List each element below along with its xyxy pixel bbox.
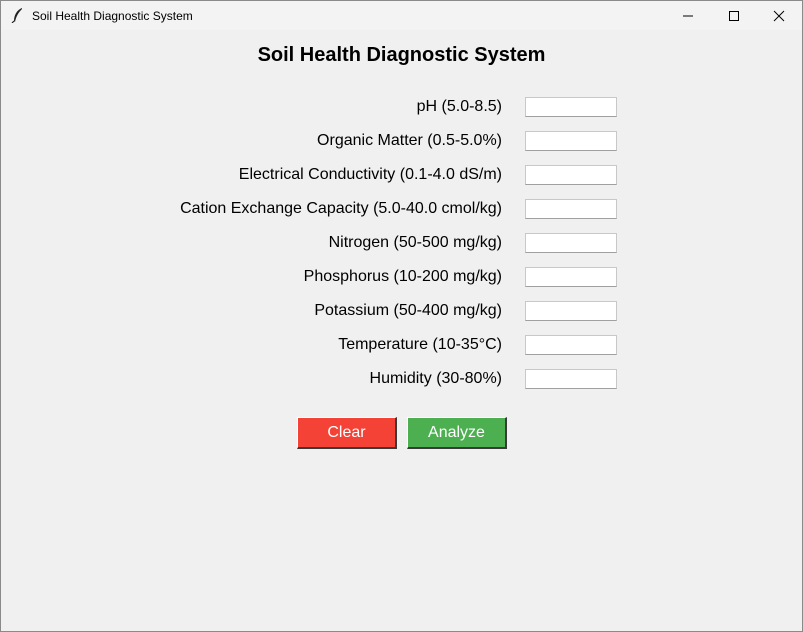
label-cation-exchange-capacity: Cation Exchange Capacity (5.0-40.0 cmol/…	[180, 200, 502, 217]
minimize-button[interactable]	[665, 1, 711, 30]
organic-matter-input[interactable]	[525, 131, 617, 151]
maximize-button[interactable]	[711, 1, 757, 30]
clear-button[interactable]: Clear	[297, 417, 397, 449]
label-phosphorus: Phosphorus (10-200 mg/kg)	[303, 268, 502, 285]
window-title: Soil Health Diagnostic System	[32, 9, 193, 23]
page-title: Soil Health Diagnostic System	[257, 44, 546, 66]
nitrogen-input[interactable]	[525, 233, 617, 253]
maximize-icon	[729, 10, 739, 21]
app-window: Soil Health Diagnostic System Soil Healt…	[0, 0, 803, 632]
humidity-input[interactable]	[525, 369, 617, 389]
label-ph: pH (5.0-8.5)	[416, 98, 502, 115]
minimize-icon	[683, 15, 693, 16]
ph-input[interactable]	[525, 97, 617, 117]
electrical-conductivity-input[interactable]	[525, 165, 617, 185]
label-humidity: Humidity (30-80%)	[369, 370, 502, 387]
label-nitrogen: Nitrogen (50-500 mg/kg)	[328, 234, 502, 251]
analyze-button[interactable]: Analyze	[407, 417, 507, 449]
cation-exchange-capacity-input[interactable]	[525, 199, 617, 219]
feather-icon	[11, 8, 22, 23]
potassium-input[interactable]	[525, 301, 617, 321]
label-electrical-conductivity: Electrical Conductivity (0.1-4.0 dS/m)	[238, 166, 502, 183]
phosphorus-input[interactable]	[525, 267, 617, 287]
close-button[interactable]	[756, 1, 802, 30]
temperature-input[interactable]	[525, 335, 617, 355]
label-temperature: Temperature (10-35°C)	[338, 336, 502, 353]
label-organic-matter: Organic Matter (0.5-5.0%)	[317, 132, 502, 149]
label-potassium: Potassium (50-400 mg/kg)	[314, 302, 502, 319]
close-icon	[773, 10, 785, 21]
title-bar[interactable]: Soil Health Diagnostic System	[1, 1, 802, 30]
